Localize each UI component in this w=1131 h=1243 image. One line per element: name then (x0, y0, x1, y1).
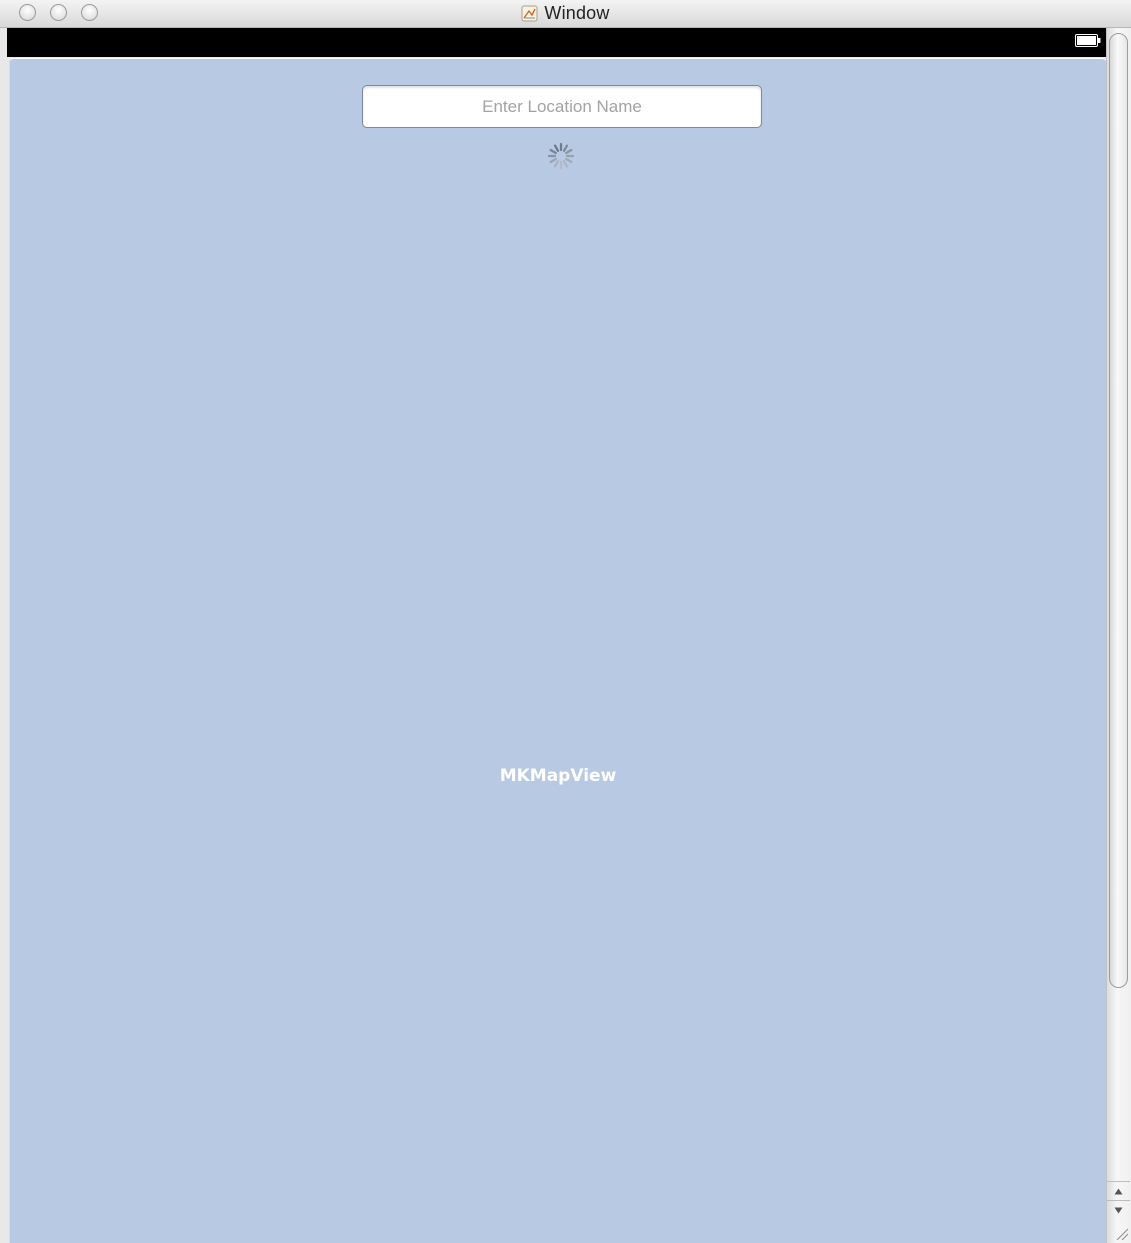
map-view-label: MKMapView (499, 766, 617, 786)
window-title-group: Window (0, 0, 1131, 27)
battery-icon (1075, 34, 1101, 47)
resize-grip-icon[interactable] (1113, 1225, 1129, 1241)
vertical-scrollbar[interactable] (1106, 28, 1131, 1243)
app-window: Window MK (0, 0, 1131, 1243)
scroll-up-button[interactable] (1107, 1181, 1130, 1200)
scroll-down-button[interactable] (1107, 1200, 1130, 1219)
location-search-input[interactable] (362, 85, 762, 128)
title-bar[interactable]: Window (0, 0, 1131, 28)
map-view[interactable]: MKMapView (9, 58, 1106, 1243)
status-bar (7, 28, 1106, 57)
interface-builder-document-icon (521, 5, 538, 22)
scroll-up-arrow-icon (1114, 1188, 1123, 1194)
window-title: Window (544, 3, 610, 23)
scrollbar-thumb[interactable] (1109, 33, 1128, 988)
scroll-down-arrow-icon (1114, 1207, 1123, 1213)
spinner-icon (547, 142, 575, 170)
